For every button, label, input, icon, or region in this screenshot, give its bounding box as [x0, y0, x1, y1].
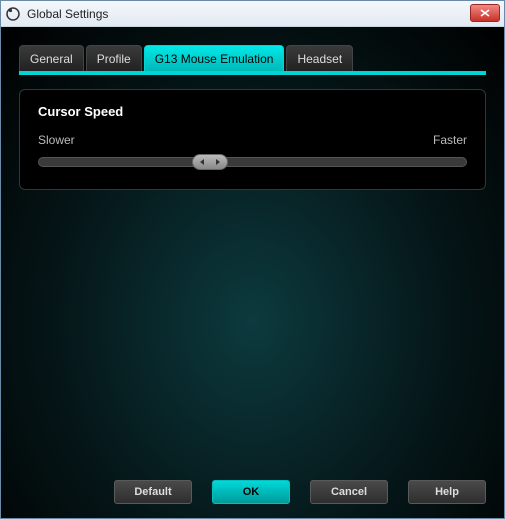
tab-mouse-emulation[interactable]: G13 Mouse Emulation	[144, 45, 285, 71]
tab-content: Cursor Speed Slower Faster	[19, 75, 486, 472]
tab-profile[interactable]: Profile	[86, 45, 142, 71]
tab-label: G13 Mouse Emulation	[155, 52, 274, 66]
slider-labels: Slower Faster	[38, 133, 467, 147]
tab-headset[interactable]: Headset	[286, 45, 353, 71]
cancel-button[interactable]: Cancel	[310, 480, 388, 504]
button-bar: Default OK Cancel Help	[19, 472, 486, 504]
button-label: OK	[243, 486, 260, 498]
ok-button[interactable]: OK	[212, 480, 290, 504]
client-area: General Profile G13 Mouse Emulation Head…	[1, 27, 504, 518]
help-button[interactable]: Help	[408, 480, 486, 504]
tab-label: Profile	[97, 52, 131, 66]
close-icon	[480, 9, 490, 17]
slider-label-faster: Faster	[433, 133, 467, 147]
cursor-speed-panel: Cursor Speed Slower Faster	[19, 89, 486, 190]
tab-bar: General Profile G13 Mouse Emulation Head…	[19, 43, 486, 75]
window-title: Global Settings	[27, 7, 108, 21]
settings-window: Global Settings General Profile G13 Mous…	[0, 0, 505, 519]
tab-general[interactable]: General	[19, 45, 84, 71]
close-button[interactable]	[470, 4, 500, 22]
app-logo-icon	[5, 6, 21, 22]
button-label: Help	[435, 486, 459, 498]
button-label: Default	[134, 486, 171, 498]
cursor-speed-slider[interactable]	[38, 157, 467, 167]
slider-label-slower: Slower	[38, 133, 75, 147]
default-button[interactable]: Default	[114, 480, 192, 504]
slider-thumb[interactable]	[192, 154, 228, 170]
tab-label: General	[30, 52, 73, 66]
titlebar: Global Settings	[1, 1, 504, 27]
panel-title: Cursor Speed	[38, 104, 467, 119]
button-label: Cancel	[331, 486, 367, 498]
tab-label: Headset	[297, 52, 342, 66]
